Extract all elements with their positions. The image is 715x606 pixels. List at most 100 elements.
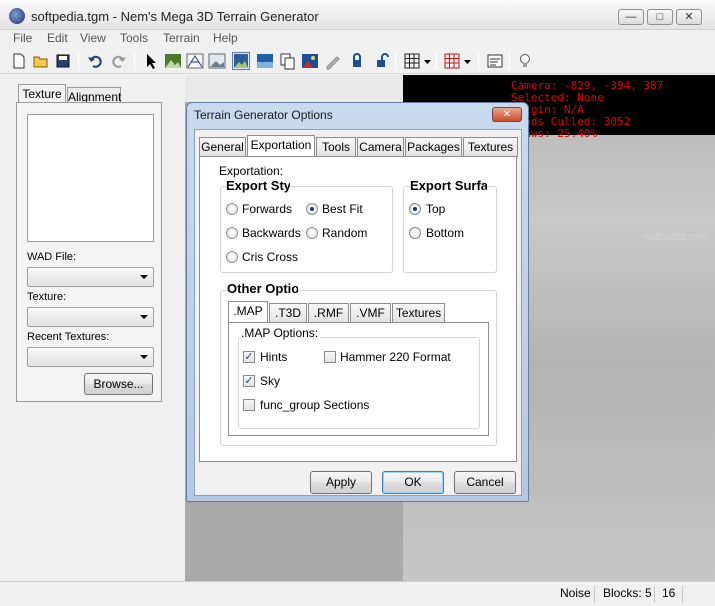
dialog-title: Terrain Generator Options: [194, 108, 333, 122]
export-surface-title: Export Surface: [410, 178, 487, 193]
undo-icon[interactable]: [86, 52, 104, 70]
grid-icon[interactable]: [403, 52, 421, 70]
checkbox-hammer-220[interactable]: [324, 351, 336, 363]
save-icon[interactable]: [54, 52, 72, 70]
map-options-label: .MAP Options:: [241, 326, 321, 340]
label-hints: Hints: [260, 350, 288, 364]
red-grid-dropdown-icon[interactable]: [463, 52, 473, 70]
label-best-fit: Best Fit: [322, 202, 363, 216]
menu-file[interactable]: File: [13, 31, 32, 45]
open-icon[interactable]: [32, 52, 50, 70]
maximize-icon: □: [656, 11, 664, 23]
label-random: Random: [322, 226, 368, 240]
status-noise: Noise: [560, 586, 591, 600]
recent-textures-label: Recent Textures:: [27, 331, 110, 343]
checkbox-hints[interactable]: ✓: [243, 351, 255, 363]
apply-button[interactable]: Apply: [310, 471, 372, 494]
radio-backwards[interactable]: [226, 227, 238, 239]
maximize-button[interactable]: □: [647, 9, 673, 25]
label-bottom: Bottom: [426, 226, 465, 240]
cancel-button[interactable]: Cancel: [454, 471, 516, 494]
window-title: softpedia.tgm - Nem's Mega 3D Terrain Ge…: [31, 9, 319, 24]
water-icon[interactable]: [256, 52, 274, 70]
checkbox-sky[interactable]: ✓: [243, 375, 255, 387]
menu-bar: File Edit View Tools Terrain Help: [0, 30, 715, 48]
radio-best-fit[interactable]: [306, 203, 318, 215]
close-icon: ✕: [502, 109, 512, 120]
wad-file-label: WAD File:: [27, 251, 77, 263]
radio-bottom[interactable]: [409, 227, 421, 239]
tab-general[interactable]: General: [199, 137, 246, 157]
label-sky: Sky: [260, 374, 281, 388]
grid-dropdown-icon[interactable]: [423, 52, 433, 70]
unlock-icon[interactable]: [372, 52, 390, 70]
tab-map[interactable]: .MAP: [228, 301, 268, 323]
recent-textures-select[interactable]: [27, 347, 154, 367]
redo-icon[interactable]: [110, 52, 128, 70]
minimize-icon: —: [625, 11, 637, 23]
menu-help[interactable]: Help: [213, 31, 238, 45]
menu-terrain[interactable]: Terrain: [163, 31, 200, 45]
ok-button[interactable]: OK: [382, 471, 444, 494]
texture-select[interactable]: [27, 307, 154, 327]
chevron-down-icon: [140, 355, 148, 359]
tab-t3d[interactable]: .T3D: [269, 303, 307, 323]
app-logo-icon: [9, 8, 25, 24]
copy-icon[interactable]: [278, 52, 296, 70]
pencil-icon[interactable]: [324, 52, 342, 70]
tab-textures-sub[interactable]: Textures: [392, 303, 445, 323]
pointer-icon[interactable]: [142, 52, 160, 70]
wireframe-icon[interactable]: [186, 52, 204, 70]
picture-icon[interactable]: [301, 52, 319, 70]
browse-button[interactable]: Browse...: [84, 373, 153, 395]
wad-file-select[interactable]: [27, 267, 154, 287]
menu-edit[interactable]: Edit: [47, 31, 68, 45]
close-icon: ✕: [684, 11, 694, 23]
minimize-button[interactable]: —: [618, 9, 644, 25]
tab-vmf[interactable]: .VMF: [350, 303, 391, 323]
dialog-body: General Exportation Tools Camera Package…: [194, 129, 522, 496]
tab-camera[interactable]: Camera: [357, 137, 404, 157]
dialog-close-button[interactable]: ✕: [492, 107, 522, 122]
lock-icon[interactable]: [348, 52, 366, 70]
radio-cris-cross[interactable]: [226, 251, 238, 263]
check-icon: ✓: [244, 351, 254, 363]
tab-packages[interactable]: Packages: [405, 137, 462, 157]
status-bar: Noise Blocks: 5 16: [0, 581, 715, 606]
properties-icon[interactable]: [486, 52, 504, 70]
radio-random[interactable]: [306, 227, 318, 239]
tab-tools[interactable]: Tools: [316, 137, 356, 157]
status-blocks: Blocks: 5: [603, 586, 652, 600]
options-dialog: Terrain Generator Options ✕ General Expo…: [186, 102, 529, 502]
export-style-title: Export Style: [226, 178, 290, 193]
exportation-panel: Exportation: Export Style Forwards Best …: [199, 156, 517, 462]
menu-view[interactable]: View: [80, 31, 106, 45]
lightbulb-icon[interactable]: [516, 52, 534, 70]
flat-view-icon[interactable]: [232, 52, 250, 70]
tab-exportation[interactable]: Exportation: [247, 135, 315, 157]
label-forwards: Forwards: [242, 202, 293, 216]
label-backwards: Backwards: [242, 226, 301, 240]
label-func-group: func_group Sections: [260, 398, 370, 412]
chevron-down-icon: [140, 275, 148, 279]
title-bar: softpedia.tgm - Nem's Mega 3D Terrain Ge…: [0, 0, 715, 30]
texture-view-icon[interactable]: [208, 52, 226, 70]
menu-tools[interactable]: Tools: [120, 31, 148, 45]
radio-top[interactable]: [409, 203, 421, 215]
radio-forwards[interactable]: [226, 203, 238, 215]
other-options-title: Other Options: [227, 281, 298, 296]
tab-rmf[interactable]: .RMF: [308, 303, 349, 323]
checkbox-func-group[interactable]: [243, 399, 255, 411]
status-count: 16: [662, 586, 676, 600]
texture-preview: [27, 114, 154, 242]
texture-label: Texture:: [27, 291, 67, 303]
red-grid-icon[interactable]: [443, 52, 461, 70]
new-icon[interactable]: [10, 52, 28, 70]
exportation-label: Exportation:: [219, 164, 284, 178]
tab-textures[interactable]: Textures: [463, 137, 518, 157]
check-icon: ✓: [244, 375, 254, 387]
map-options-panel: .MAP Options: ✓ Hints Hammer 220 Format …: [228, 322, 489, 436]
label-hammer-220: Hammer 220 Format: [340, 350, 451, 364]
terrain-view-icon[interactable]: [164, 52, 182, 70]
close-button[interactable]: ✕: [676, 9, 702, 25]
